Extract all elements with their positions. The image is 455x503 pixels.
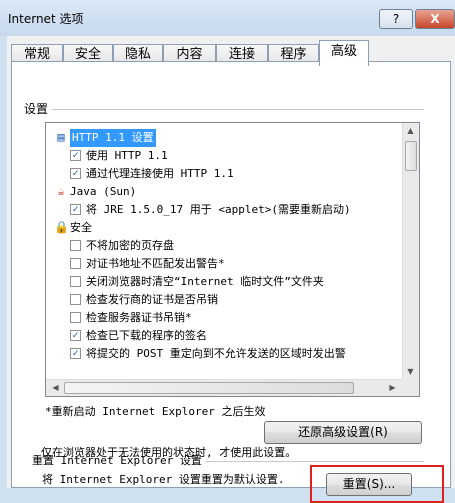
lock-icon: 🔒 <box>54 220 69 234</box>
advanced-panel: 设置 ▤ HTTP 1.1 设置 ✓ 使用 HTTP 1.1 ✓ 通过代理连接使… <box>11 61 451 503</box>
list-item-label: 检查服务器证书吊销* <box>86 311 192 324</box>
horizontal-scroll-thumb[interactable] <box>64 382 354 394</box>
settings-group-label: 设置 <box>24 100 53 117</box>
list-item-label: 安全 <box>70 221 92 234</box>
tab-advanced[interactable]: 高级 <box>319 40 369 66</box>
checkbox-unchecked[interactable] <box>70 312 81 323</box>
checkbox-unchecked[interactable] <box>70 276 81 287</box>
checkbox-unchecked[interactable] <box>70 240 81 251</box>
reset-description: 将 Internet Explorer 设置重置为默认设置. <box>42 473 285 486</box>
restore-advanced-settings-button[interactable]: 还原高级设置(R) <box>264 421 422 444</box>
java-icon: ☕ <box>57 184 65 198</box>
list-item-label: 将 JRE 1.5.0_17 用于 <applet>(需要重新启动) <box>86 203 351 216</box>
highlight-box <box>310 465 444 503</box>
internet-options-dialog: 常规 安全 隐私 内容 连接 程序 高级 设置 ▤ HTTP 1.1 设置 ✓ … <box>7 36 455 503</box>
scroll-up-icon[interactable]: ▲ <box>403 126 418 135</box>
checkbox-checked[interactable]: ✓ <box>70 348 81 359</box>
horizontal-scrollbar[interactable]: ◀ ▶ <box>46 379 402 396</box>
close-button[interactable]: X <box>415 9 455 29</box>
window-title: Internet 选项 <box>8 12 84 26</box>
settings-divider <box>24 109 424 110</box>
scrollbar-corner <box>402 379 419 396</box>
scroll-right-icon[interactable]: ▶ <box>385 383 400 392</box>
list-item-label: Java (Sun) <box>70 185 137 198</box>
restart-note: *重新启动 Internet Explorer 之后生效 <box>45 405 266 418</box>
checkbox-checked[interactable]: ✓ <box>70 150 81 161</box>
checkbox-unchecked[interactable] <box>70 294 81 305</box>
title-bar: Internet 选项 ? X <box>0 0 455 36</box>
list-item-label: 将提交的 POST 重定向到不允许发送的区域时发出警 <box>86 347 346 360</box>
scroll-left-icon[interactable]: ◀ <box>48 383 63 392</box>
list-item-label: HTTP 1.1 设置 <box>70 129 156 147</box>
list-item-label: 检查发行商的证书是否吊销 <box>86 293 218 306</box>
list-item-label: 检查已下载的程序的签名 <box>86 329 207 342</box>
reset-note: 仅在浏览器处于无法使用的状态时, 才使用此设置。 <box>41 446 297 459</box>
list-item-label: 通过代理连接使用 HTTP 1.1 <box>86 167 234 180</box>
vertical-scroll-thumb[interactable] <box>405 141 417 171</box>
checkbox-checked[interactable]: ✓ <box>70 204 81 215</box>
scroll-down-icon[interactable]: ▼ <box>403 367 418 376</box>
list-item-label: 使用 HTTP 1.1 <box>86 149 168 162</box>
checkbox-unchecked[interactable] <box>70 258 81 269</box>
checkbox-checked[interactable]: ✓ <box>70 330 81 341</box>
settings-list[interactable]: ▤ HTTP 1.1 设置 ✓ 使用 HTTP 1.1 ✓ 通过代理连接使用 H… <box>45 122 420 397</box>
checkbox-checked[interactable]: ✓ <box>70 168 81 179</box>
vertical-scrollbar[interactable]: ▲ ▼ <box>402 123 419 379</box>
list-item-label: 关闭浏览器时清空“Internet 临时文件”文件夹 <box>86 275 324 288</box>
http-icon: ▤ <box>57 130 65 144</box>
list-item-label: 对证书地址不匹配发出警告* <box>86 257 225 270</box>
help-button[interactable]: ? <box>379 9 413 29</box>
list-item-label: 不将加密的页存盘 <box>86 239 174 252</box>
